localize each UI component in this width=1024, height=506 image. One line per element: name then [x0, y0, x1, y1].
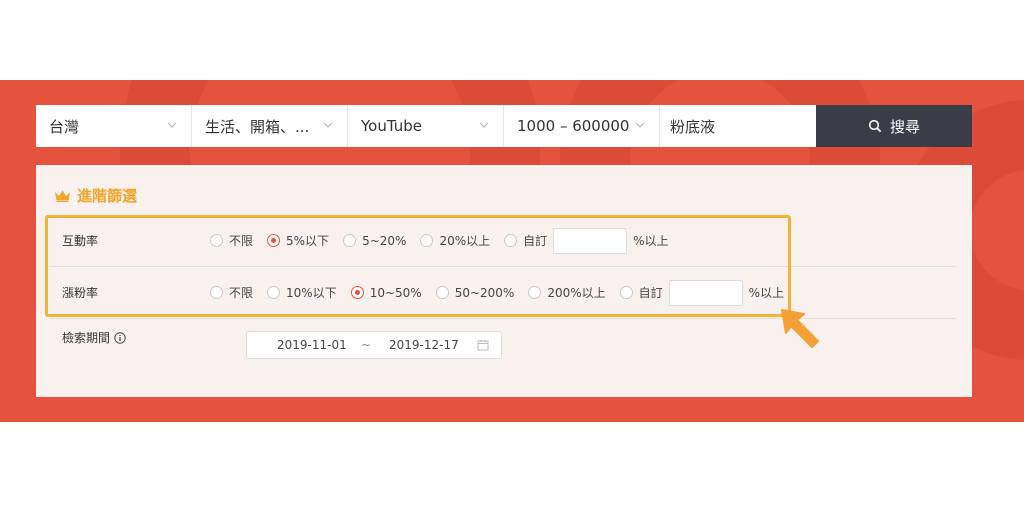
- engagement-rate-options: 不限 5%以下 5~20% 20%以上 自訂 %以上: [210, 227, 669, 254]
- option-label: 5~20%: [362, 233, 407, 248]
- engagement-option-custom[interactable]: 自訂: [504, 232, 547, 249]
- engagement-rate-label: 互動率: [62, 234, 99, 248]
- platform-select[interactable]: YouTube: [348, 105, 504, 147]
- platform-select-value: YouTube: [361, 117, 422, 135]
- advanced-filter-title: 進階篩選: [54, 185, 137, 206]
- region-select-value: 台灣: [49, 117, 80, 136]
- chevron-down-icon: [323, 122, 333, 128]
- advanced-filter-title-text: 進階篩選: [77, 187, 138, 205]
- option-label: 自訂: [638, 286, 663, 300]
- category-select[interactable]: 生活、開箱、...: [192, 105, 348, 147]
- crown-icon: [55, 190, 70, 202]
- page-banner: 台灣 生活、開箱、... YouTube 1000 – 600000 粉底液 搜…: [0, 80, 1024, 422]
- radio-button[interactable]: [267, 286, 281, 299]
- option-label: 自訂: [523, 234, 548, 248]
- engagement-option-over20[interactable]: 20%以上: [420, 232, 490, 249]
- engagement-option-unlimited[interactable]: 不限: [210, 232, 253, 249]
- region-select[interactable]: 台灣: [36, 105, 192, 147]
- option-label: 10%以下: [286, 286, 337, 300]
- date-separator: ~: [361, 338, 372, 352]
- followers-select-value: 1000 – 600000: [517, 117, 630, 135]
- engagement-rate-row: 互動率 不限 5%以下 5~20% 20%以上 自訂 %以上: [50, 215, 956, 267]
- chevron-down-icon: [635, 122, 645, 128]
- pointer-arrow-icon: [781, 309, 819, 348]
- info-icon[interactable]: [114, 331, 126, 344]
- date-range-picker[interactable]: 2019-11-01 ~ 2019-12-17: [246, 331, 502, 359]
- advanced-filter-panel: 進階篩選 互動率 不限 5%以下 5~20% 20%以上 自訂 %以上 漲粉率 …: [36, 165, 972, 397]
- radio-button[interactable]: [619, 286, 633, 299]
- category-select-value: 生活、開箱、...: [205, 117, 310, 136]
- radio-button-selected[interactable]: [267, 234, 281, 247]
- search-icon: [868, 119, 882, 133]
- growth-rate-label: 漲粉率: [62, 286, 99, 300]
- calendar-icon: [477, 340, 489, 351]
- engagement-custom-suffix: %以上: [633, 234, 669, 248]
- followers-select[interactable]: 1000 – 600000: [504, 105, 660, 147]
- radio-button[interactable]: [210, 286, 223, 299]
- search-bar: 台灣 生活、開箱、... YouTube 1000 – 600000 粉底液 搜…: [36, 105, 972, 147]
- option-label: 50~200%: [454, 285, 515, 300]
- growth-option-unlimited[interactable]: 不限: [210, 284, 253, 301]
- growth-custom-suffix: %以上: [748, 286, 785, 300]
- engagement-option-under5[interactable]: 5%以下: [267, 232, 329, 249]
- option-label: 200%以上: [547, 286, 606, 300]
- option-label: 不限: [229, 286, 254, 300]
- option-label: 不限: [229, 234, 254, 248]
- date-start[interactable]: 2019-11-01: [277, 338, 347, 352]
- search-period-label: 檢索期間: [62, 331, 111, 345]
- chevron-down-icon: [479, 122, 489, 128]
- growth-rate-options: 不限 10%以下 10~50% 50~200% 200%以上 自訂 %以上: [210, 279, 785, 306]
- keyword-input[interactable]: 粉底液: [660, 105, 816, 147]
- growth-option-10to50[interactable]: 10~50%: [350, 285, 422, 300]
- search-button[interactable]: 搜尋: [816, 105, 972, 147]
- radio-button[interactable]: [528, 286, 542, 299]
- chevron-down-icon: [167, 122, 177, 128]
- radio-button-selected[interactable]: [350, 286, 364, 299]
- option-label: 5%以下: [286, 234, 330, 248]
- radio-button[interactable]: [343, 234, 357, 247]
- radio-button[interactable]: [210, 234, 223, 247]
- growth-option-under10[interactable]: 10%以下: [267, 284, 337, 301]
- engagement-option-5to20[interactable]: 5~20%: [343, 234, 406, 248]
- search-button-label: 搜尋: [889, 117, 920, 136]
- option-label: 10~50%: [369, 285, 422, 300]
- date-end[interactable]: 2019-12-17: [389, 338, 459, 352]
- growth-custom-input[interactable]: [668, 279, 743, 306]
- radio-button[interactable]: [420, 234, 434, 247]
- growth-option-50to200[interactable]: 50~200%: [435, 285, 515, 300]
- engagement-custom-input[interactable]: [553, 227, 628, 254]
- radio-button[interactable]: [435, 286, 449, 299]
- radio-button[interactable]: [504, 234, 518, 247]
- option-label: 20%以上: [439, 234, 491, 248]
- growth-option-over200[interactable]: 200%以上: [528, 284, 606, 301]
- growth-option-custom[interactable]: 自訂: [619, 284, 663, 301]
- search-period-label-group: 檢索期間: [62, 329, 126, 346]
